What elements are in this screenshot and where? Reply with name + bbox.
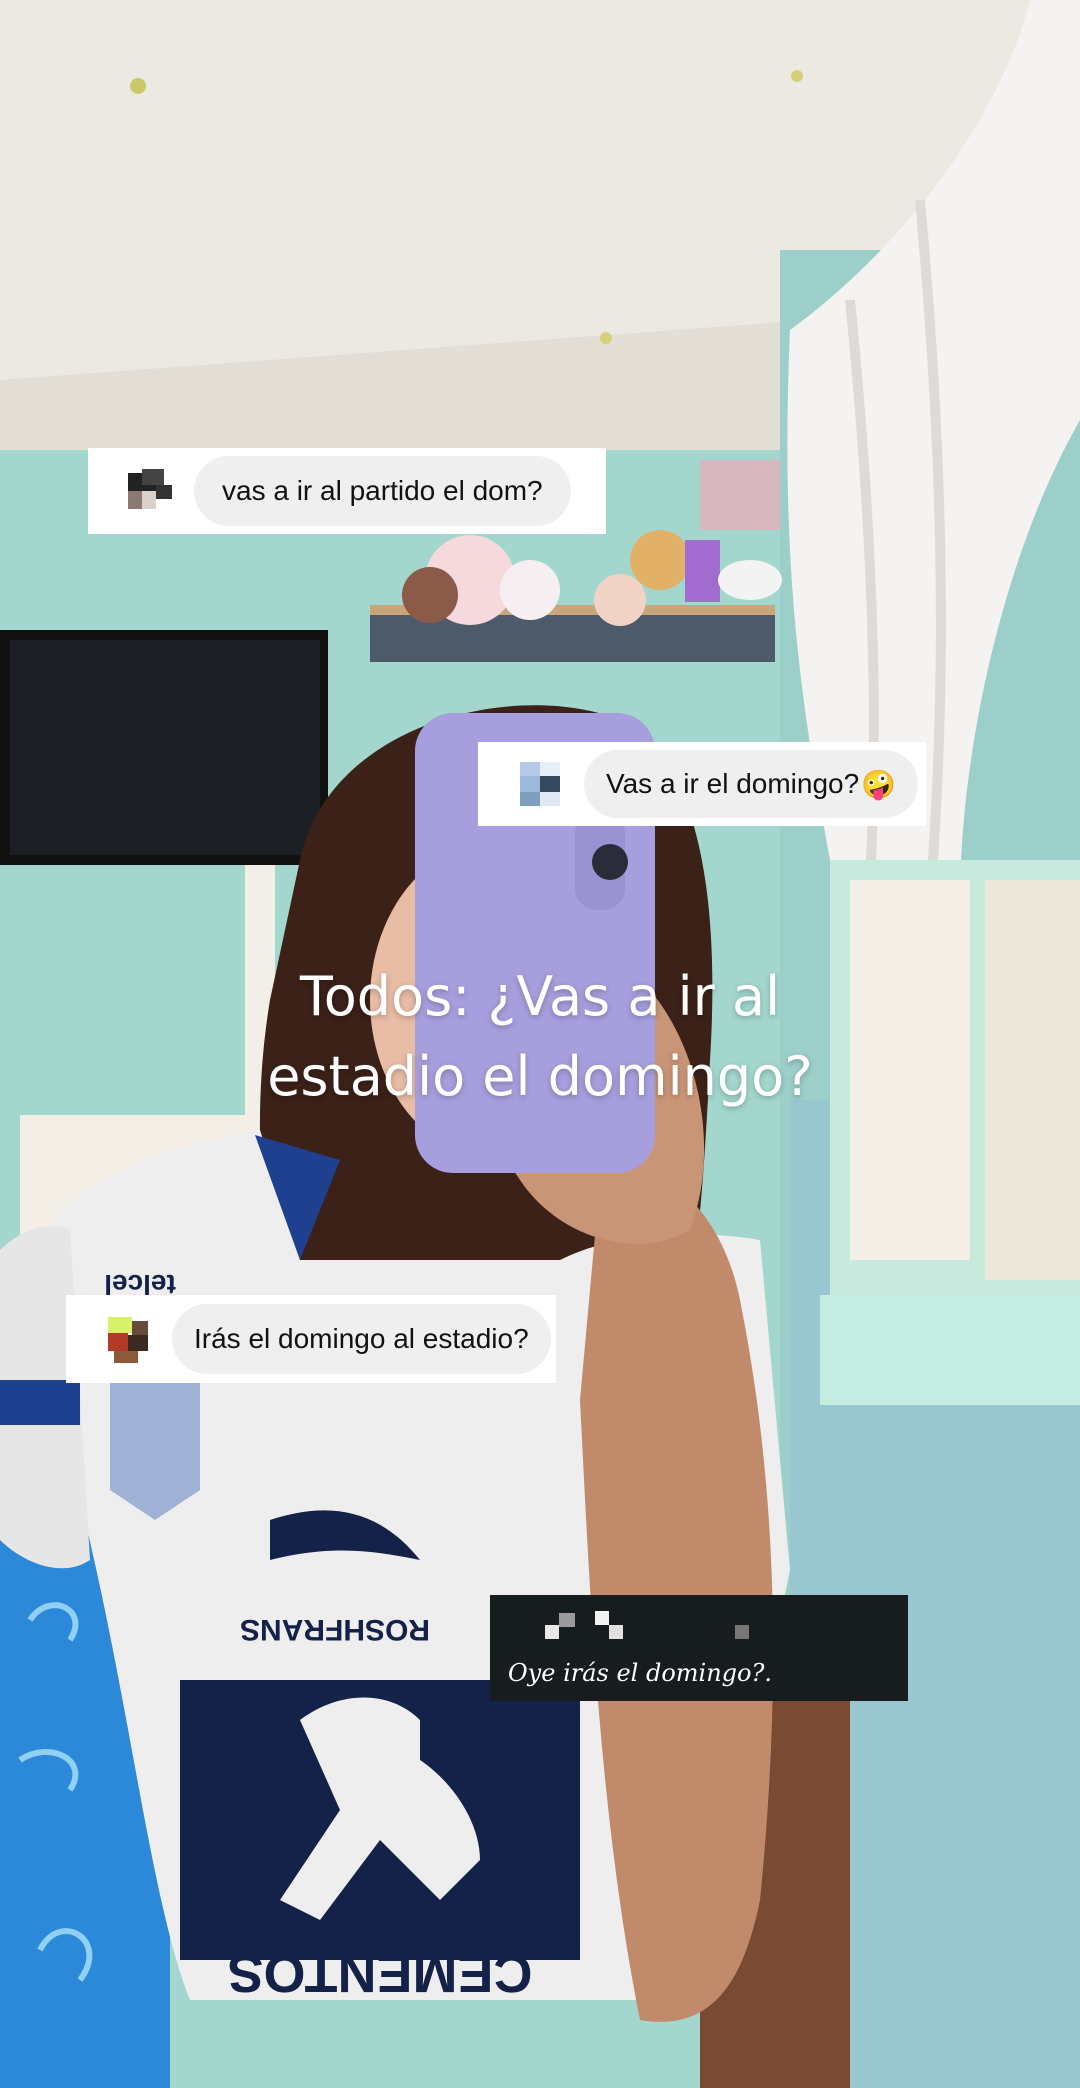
pixelated-name-icon	[545, 1611, 749, 1639]
comment-card-1[interactable]: vas a ir al partido el dom?	[88, 448, 606, 534]
comment-text: Oye irás el domingo?.	[508, 1659, 772, 1687]
comment-text: Irás el domingo al estadio?	[194, 1323, 529, 1354]
comment-text: vas a ir al partido el dom?	[222, 475, 543, 506]
comment-bubble: vas a ir al partido el dom?	[194, 456, 571, 526]
pixelated-avatar-icon	[108, 1317, 148, 1363]
pixelated-avatar-icon	[520, 762, 560, 806]
comment-card-2[interactable]: Vas a ir el domingo? 🤪	[478, 742, 926, 826]
pixelated-avatar-icon	[128, 469, 172, 509]
comment-overlay: vas a ir al partido el dom? Vas a ir el …	[0, 0, 1080, 2088]
caption-line-2: estadio el domingo?	[267, 1045, 813, 1108]
comment-bubble: Vas a ir el domingo? 🤪	[584, 750, 919, 818]
comment-bubble: Irás el domingo al estadio?	[172, 1304, 551, 1374]
comment-text: Vas a ir el domingo?	[606, 768, 860, 799]
caption-line-1: Todos: ¿Vas a ir al	[299, 965, 781, 1028]
comment-card-3[interactable]: Irás el domingo al estadio?	[66, 1295, 556, 1383]
zany-face-emoji: 🤪	[861, 768, 897, 800]
comment-card-4[interactable]: Oye irás el domingo?.	[490, 1595, 908, 1701]
